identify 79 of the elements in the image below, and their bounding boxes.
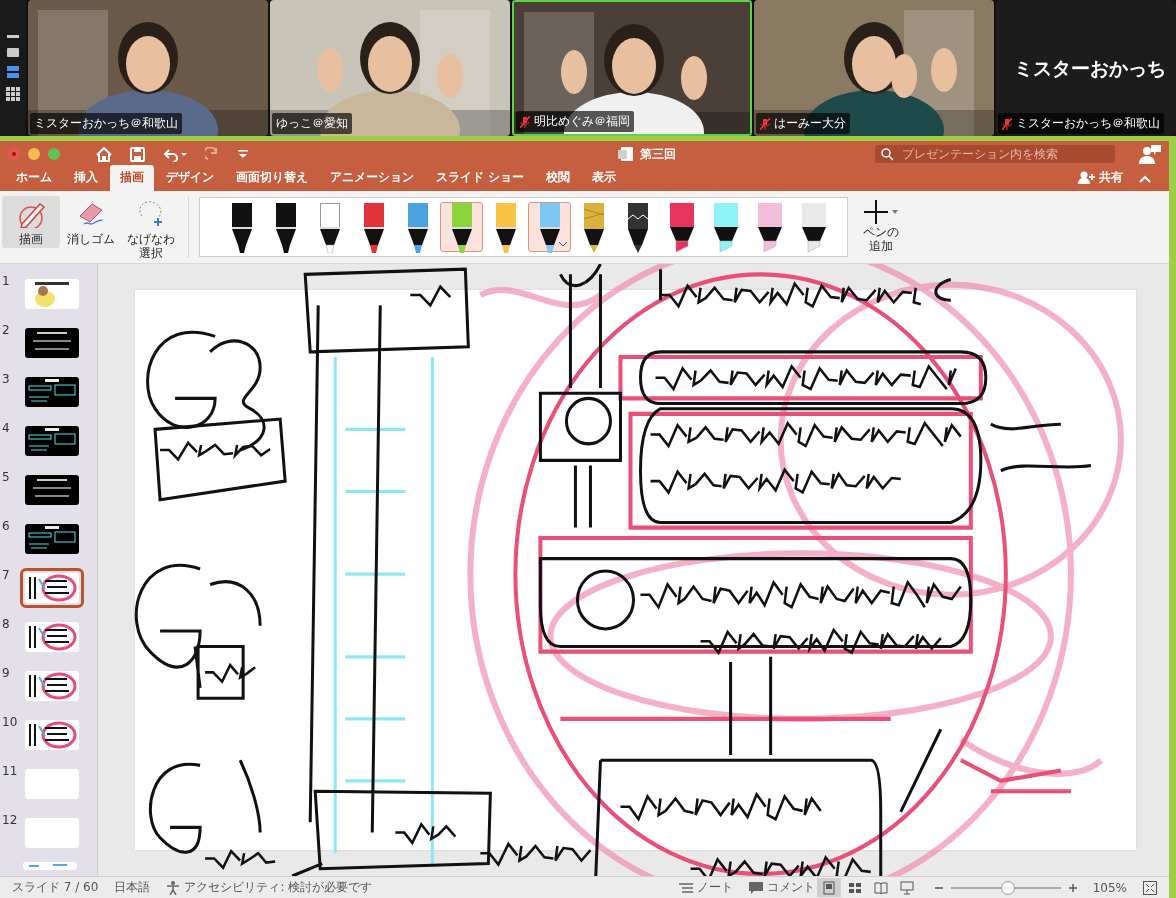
redo-icon [205, 146, 220, 162]
zoom-percentage[interactable]: 105% [1092, 880, 1127, 895]
muted-mic-icon [520, 115, 530, 128]
comments-person-icon[interactable] [1139, 144, 1161, 164]
comments-button[interactable]: コメント [748, 879, 815, 896]
view-icon [873, 880, 888, 895]
slide-thumbnail[interactable] [23, 862, 77, 870]
home-icon[interactable] [96, 146, 112, 162]
view-icon [847, 880, 862, 895]
video-tile[interactable]: ゆっこ＠愛知 [270, 0, 510, 136]
comment-icon [748, 881, 763, 894]
view-icon [821, 880, 836, 895]
save-icon[interactable] [130, 146, 145, 162]
notes-button[interactable]: ノート [678, 879, 733, 896]
participant-name: 明比めぐみ＠福岡 [534, 113, 630, 130]
search-field[interactable]: プレゼンテーション内を検索 [875, 145, 1115, 163]
participant-name: ミスターおかっち＠和歌山 [1016, 115, 1160, 132]
accessibility-button[interactable]: アクセシビリティ: 検討が必要です [166, 879, 373, 896]
add-pen-button[interactable]: ペンの追加 [862, 200, 901, 254]
ribbon-tool-button[interactable]: 消しゴム [62, 196, 120, 249]
ribbon-tab[interactable]: スライド ショー [426, 165, 535, 191]
ribbon-tab[interactable]: ホーム [6, 165, 62, 191]
pen-button[interactable] [528, 202, 571, 252]
language-label[interactable]: 日本語 [114, 879, 151, 896]
video-tile[interactable]: ミスターおかっち ミスターおかっち＠和歌山 [996, 0, 1176, 136]
search-icon [881, 147, 894, 161]
notes-icon [678, 881, 693, 894]
plus-icon[interactable] [1068, 883, 1077, 892]
add-icon [864, 200, 889, 225]
fit-to-window-icon[interactable] [1143, 880, 1157, 895]
ribbon-tab[interactable]: 画面切り替え [226, 165, 318, 191]
slide-number: 4 [2, 421, 11, 435]
ribbon-tool-button[interactable]: なげなわ選択 [122, 196, 180, 263]
ribbon-tab[interactable]: 描画 [110, 165, 154, 191]
document-icon [617, 146, 634, 162]
slide-number: 8 [2, 617, 11, 631]
collapse-ribbon-icon[interactable] [1139, 175, 1151, 183]
slide-number: 6 [2, 519, 11, 533]
slide-number: 11 [2, 764, 19, 778]
caret-icon [892, 210, 899, 215]
ribbon-tool-button[interactable]: 描画 [2, 196, 60, 249]
slide-number: 12 [2, 813, 19, 827]
add-person-icon [1078, 171, 1095, 184]
slide-number: 7 [2, 568, 11, 582]
pen-button[interactable] [440, 202, 483, 252]
speaker-view-icon[interactable] [7, 66, 19, 78]
slide-thumbnail[interactable] [20, 568, 84, 608]
slide-number: 5 [2, 470, 11, 484]
ribbon-tab[interactable]: 表示 [582, 165, 627, 191]
muted-mic-icon [760, 117, 770, 130]
participant-name: はーみー大分 [774, 115, 846, 132]
view-icon [899, 880, 914, 895]
participant-name: ゆっこ＠愛知 [276, 115, 348, 132]
participant-name: ミスターおかっち [1013, 56, 1167, 81]
window-title: 第三回 [639, 145, 676, 163]
slide-number: 2 [2, 323, 11, 337]
participant-name: ミスターおかっち＠和歌山 [34, 115, 178, 132]
slide-number: 9 [2, 666, 11, 680]
ribbon-tab[interactable]: 挿入 [64, 165, 108, 191]
minimize-icon[interactable] [7, 35, 19, 39]
gallery-view-icon[interactable] [6, 87, 20, 101]
ribbon-tab[interactable]: デザイン [156, 165, 224, 191]
ribbon-tab[interactable]: アニメーション [320, 165, 424, 191]
ribbon-tab[interactable]: 校閲 [536, 165, 581, 191]
slide-number: 1 [2, 274, 11, 288]
slide-number: 3 [2, 372, 11, 386]
normal-view-button[interactable] [816, 878, 841, 897]
muted-mic-icon [1002, 117, 1012, 130]
video-tile[interactable]: はーみー大分 [754, 0, 994, 136]
caret-icon [559, 242, 567, 247]
close-icon[interactable] [8, 148, 20, 160]
accessibility-icon [166, 880, 181, 895]
slide-number: 10 [2, 715, 19, 729]
slide-counter: スライド 7 / 60 [12, 879, 99, 896]
video-tile[interactable]: ミスターおかっち＠和歌山 [28, 0, 268, 136]
undo-icon[interactable] [163, 146, 187, 162]
video-tile[interactable]: 明比めぐみ＠福岡 [512, 0, 752, 136]
customize-icon[interactable] [238, 150, 248, 158]
share-button[interactable]: 共有 [1078, 169, 1123, 186]
